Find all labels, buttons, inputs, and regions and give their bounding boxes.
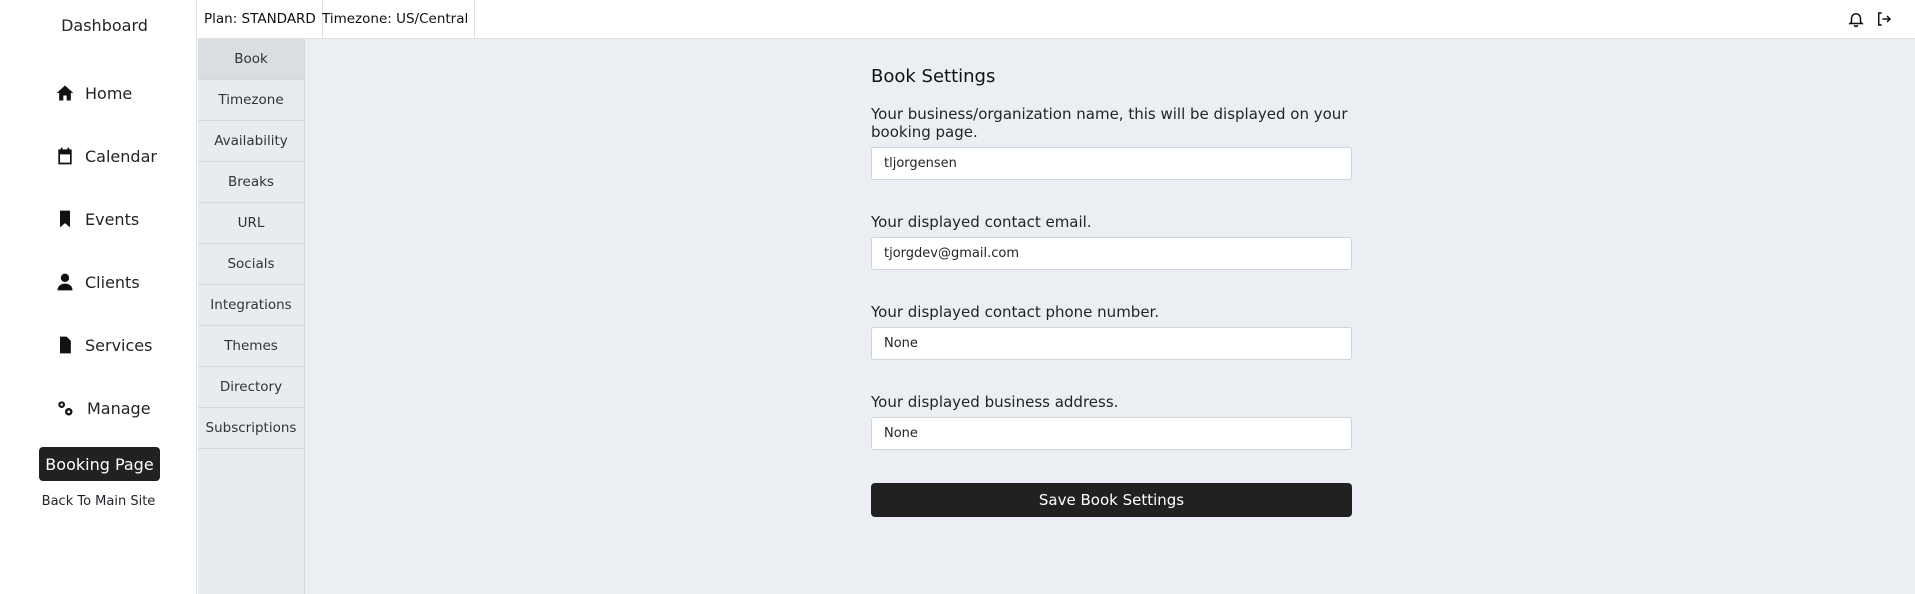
- logout-icon[interactable]: [1873, 8, 1895, 30]
- sidebar-item-label: Clients: [85, 272, 140, 292]
- back-to-main-site-link[interactable]: Back To Main Site: [0, 494, 197, 509]
- business-address-input[interactable]: [871, 417, 1352, 450]
- subnav-item-socials[interactable]: Socials: [198, 244, 304, 285]
- dashboard-title: Dashboard: [61, 16, 148, 35]
- sidebar-item-label: Services: [85, 335, 153, 355]
- plan-indicator: Plan: STANDARD: [198, 0, 323, 38]
- sidebar-item-home[interactable]: Home: [53, 78, 132, 108]
- sidebar-item-events[interactable]: Events: [53, 204, 139, 234]
- contact-phone-input[interactable]: [871, 327, 1352, 360]
- booking-page-button[interactable]: Booking Page: [39, 447, 160, 481]
- subnav-item-url[interactable]: URL: [198, 203, 304, 244]
- sidebar-item-label: Events: [85, 209, 140, 229]
- sidebar-item-label: Home: [85, 83, 133, 103]
- contact-phone-label: Your displayed contact phone number.: [871, 303, 1160, 321]
- subnav-item-themes[interactable]: Themes: [198, 326, 304, 367]
- business-name-label: Your business/organization name, this wi…: [871, 105, 1348, 141]
- gears-icon: [53, 397, 77, 419]
- business-name-input[interactable]: [871, 147, 1352, 180]
- sidebar: Dashboard Home Calendar Events Clients S…: [0, 0, 197, 594]
- subnav-item-timezone[interactable]: Timezone: [198, 80, 304, 121]
- sidebar-item-services[interactable]: Services: [53, 330, 152, 360]
- business-address-label: Your displayed business address.: [871, 393, 1119, 411]
- contact-email-label: Your displayed contact email.: [871, 213, 1092, 231]
- sidebar-item-clients[interactable]: Clients: [53, 267, 140, 297]
- sidebar-item-calendar[interactable]: Calendar: [53, 141, 157, 171]
- sidebar-item-label: Calendar: [85, 146, 157, 166]
- subnav-item-availability[interactable]: Availability: [198, 121, 304, 162]
- bookmark-icon: [53, 208, 77, 230]
- settings-subnav: Book Timezone Availability Breaks URL So…: [198, 39, 305, 594]
- save-book-settings-button[interactable]: Save Book Settings: [871, 483, 1352, 517]
- bell-icon[interactable]: [1845, 8, 1867, 30]
- user-icon: [53, 271, 77, 293]
- subnav-item-directory[interactable]: Directory: [198, 367, 304, 408]
- subnav-item-integrations[interactable]: Integrations: [198, 285, 304, 326]
- contact-email-input[interactable]: [871, 237, 1352, 270]
- main-content: Book Settings Your business/organization…: [305, 39, 1915, 594]
- file-icon: [53, 334, 77, 356]
- timezone-indicator: Timezone: US/Central: [316, 0, 476, 38]
- top-bar: Plan: STANDARD Timezone: US/Central: [198, 0, 1915, 39]
- page-title: Book Settings: [871, 66, 996, 87]
- subnav-item-book[interactable]: Book: [198, 39, 304, 80]
- subnav-item-breaks[interactable]: Breaks: [198, 162, 304, 203]
- calendar-icon: [53, 145, 77, 167]
- subnav-item-subscriptions[interactable]: Subscriptions: [198, 408, 304, 449]
- sidebar-item-manage[interactable]: Manage: [53, 393, 151, 423]
- home-icon: [53, 82, 77, 104]
- sidebar-item-label: Manage: [87, 398, 151, 418]
- book-settings-form: Book Settings Your business/organization…: [871, 64, 1354, 517]
